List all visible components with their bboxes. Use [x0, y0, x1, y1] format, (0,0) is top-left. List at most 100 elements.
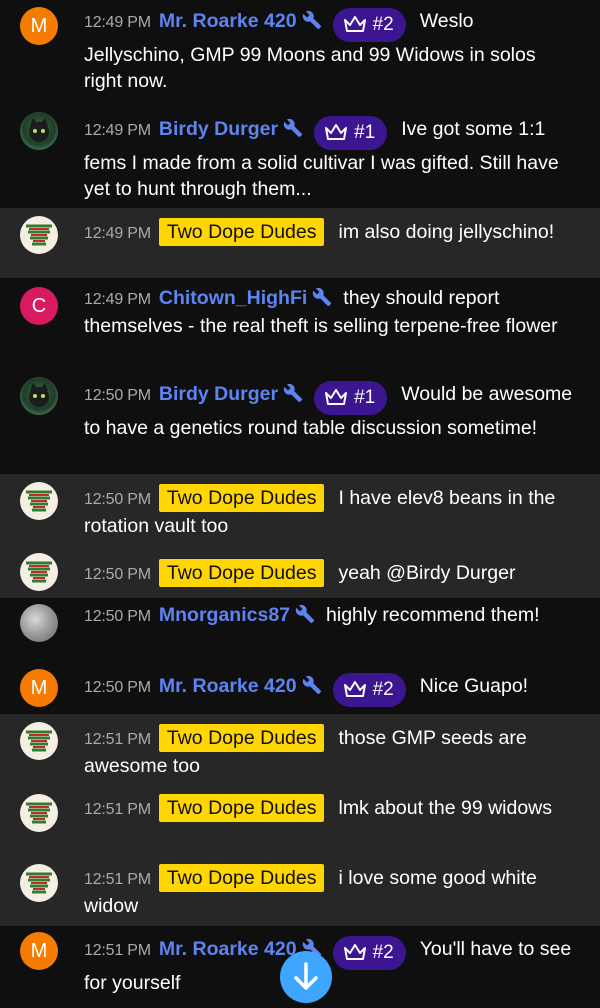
- message-body: 12:50 PM Mnorganics87 highly recommend the…: [84, 602, 576, 630]
- chat-message: 12:49 PM Birdy Durger #1 Ive got some 1:1 f…: [0, 104, 600, 208]
- author-name[interactable]: Birdy Durger: [159, 118, 278, 140]
- timestamp: 12:49 PM: [84, 14, 151, 31]
- message-text: im also doing jellyschino!: [338, 221, 555, 243]
- rank-label: #1: [354, 387, 376, 408]
- chat-message: M 12:49 PM Mr. Roarke 420 #2 Weslo Jellysch…: [0, 0, 600, 104]
- message-body: 12:51 PM Two Dope Dudes i love some good w…: [84, 864, 576, 919]
- channel-owner-badge[interactable]: Two Dope Dudes: [158, 559, 325, 587]
- avatar[interactable]: [20, 377, 58, 415]
- wrench-icon: [294, 604, 316, 624]
- member-rank-badge: #2: [332, 8, 406, 42]
- member-rank-badge: #2: [332, 936, 406, 970]
- member-rank-badge: #1: [314, 381, 388, 415]
- wrench-icon: [301, 675, 323, 695]
- timestamp: 12:50 PM: [84, 387, 151, 404]
- message-body: 12:50 PM Birdy Durger #1 Would be awesome t…: [84, 381, 576, 441]
- channel-owner-badge[interactable]: Two Dope Dudes: [158, 484, 325, 512]
- rank-label: #2: [372, 942, 394, 963]
- chat-message: M 12:50 PM Mr. Roarke 420 #2 Nice Guapo!: [0, 664, 600, 714]
- message-body: 12:49 PM Chitown_HighFi they should report…: [84, 285, 576, 339]
- message-text: lmk about the 99 widows: [338, 797, 553, 819]
- chat-message: 12:50 PM Two Dope Dudes yeah @Birdy Durger: [0, 546, 600, 598]
- timestamp: 12:49 PM: [84, 291, 151, 308]
- avatar[interactable]: C: [20, 287, 58, 325]
- crown-icon: [343, 944, 366, 960]
- arrow-down-icon: [294, 962, 318, 990]
- avatar[interactable]: M: [20, 669, 58, 707]
- chat-message: 12:51 PM Two Dope Dudes those GMP seeds ar…: [0, 714, 600, 786]
- cat-avatar-icon: [29, 118, 49, 142]
- avatar[interactable]: M: [20, 7, 58, 45]
- message-body: 12:49 PM Mr. Roarke 420 #2 Weslo Jellyschin…: [84, 8, 576, 94]
- channel-owner-badge[interactable]: Two Dope Dudes: [158, 724, 325, 752]
- message-body: 12:49 PM Two Dope Dudes im also doing jell…: [84, 218, 576, 247]
- member-rank-badge: #2: [332, 673, 406, 707]
- avatar[interactable]: [20, 794, 58, 832]
- dope-avatar-icon: [26, 224, 52, 246]
- author-name[interactable]: Mr. Roarke 420: [159, 10, 297, 32]
- timestamp: 12:50 PM: [84, 491, 151, 508]
- chat-message: 12:50 PM Mnorganics87 highly recommend the…: [0, 598, 600, 664]
- avatar[interactable]: [20, 553, 58, 591]
- dope-avatar-icon: [26, 490, 52, 512]
- dope-avatar-icon: [26, 561, 52, 583]
- chat-message: 12:49 PM Two Dope Dudes im also doing jell…: [0, 208, 600, 278]
- crown-icon: [343, 681, 366, 697]
- dope-avatar-icon: [26, 872, 52, 894]
- chat-message: 12:50 PM Two Dope Dudes I have elev8 beans…: [0, 474, 600, 546]
- timestamp: 12:51 PM: [84, 942, 151, 959]
- chat-message: C 12:49 PM Chitown_HighFi they should repo…: [0, 278, 600, 374]
- avatar[interactable]: [20, 216, 58, 254]
- timestamp: 12:50 PM: [84, 679, 151, 696]
- dope-avatar-icon: [26, 730, 52, 752]
- chat-message: 12:51 PM Two Dope Dudes i love some good w…: [0, 856, 600, 926]
- timestamp: 12:51 PM: [84, 871, 151, 888]
- timestamp: 12:50 PM: [84, 608, 151, 625]
- message-text: highly recommend them!: [326, 604, 540, 626]
- rank-label: #2: [372, 679, 394, 700]
- timestamp: 12:49 PM: [84, 122, 151, 139]
- wrench-icon: [282, 383, 304, 403]
- member-rank-badge: #1: [314, 116, 388, 150]
- dope-avatar-icon: [26, 802, 52, 824]
- rank-label: #2: [372, 14, 394, 35]
- channel-owner-badge[interactable]: Two Dope Dudes: [158, 218, 325, 246]
- channel-owner-badge[interactable]: Two Dope Dudes: [158, 794, 325, 822]
- avatar[interactable]: M: [20, 932, 58, 970]
- message-body: 12:51 PM Two Dope Dudes those GMP seeds ar…: [84, 724, 576, 779]
- avatar[interactable]: [20, 722, 58, 760]
- avatar[interactable]: [20, 604, 58, 642]
- message-body: 12:50 PM Two Dope Dudes yeah @Birdy Durger: [84, 559, 576, 588]
- avatar[interactable]: [20, 864, 58, 902]
- message-body: 12:49 PM Birdy Durger #1 Ive got some 1:1 f…: [84, 116, 576, 202]
- author-name[interactable]: Chitown_HighFi: [159, 287, 307, 309]
- author-name[interactable]: Birdy Durger: [159, 383, 278, 405]
- wrench-icon: [282, 118, 304, 138]
- message-body: 12:50 PM Mr. Roarke 420 #2 Nice Guapo!: [84, 673, 576, 707]
- message-body: 12:51 PM Two Dope Dudes lmk about the 99 w…: [84, 794, 576, 823]
- scroll-to-bottom-button[interactable]: [280, 951, 332, 1003]
- author-name[interactable]: Mr. Roarke 420: [159, 675, 297, 697]
- timestamp: 12:50 PM: [84, 566, 151, 583]
- author-name[interactable]: Mr. Roarke 420: [159, 938, 297, 960]
- timestamp: 12:51 PM: [84, 801, 151, 818]
- message-text: Nice Guapo!: [419, 675, 529, 697]
- cat-avatar-icon: [29, 383, 49, 407]
- wrench-icon: [301, 10, 323, 30]
- wrench-icon: [311, 287, 333, 307]
- chat-message: 12:50 PM Birdy Durger #1 Would be awesome t…: [0, 374, 600, 474]
- avatar[interactable]: [20, 482, 58, 520]
- chat-message: 12:51 PM Two Dope Dudes lmk about the 99 w…: [0, 786, 600, 856]
- timestamp: 12:51 PM: [84, 731, 151, 748]
- avatar[interactable]: [20, 112, 58, 150]
- message-text: yeah @Birdy Durger: [338, 562, 516, 584]
- crown-icon: [325, 389, 348, 405]
- crown-icon: [343, 16, 366, 32]
- live-chat-list[interactable]: M 12:49 PM Mr. Roarke 420 #2 Weslo Jellysch…: [0, 0, 600, 1008]
- channel-owner-badge[interactable]: Two Dope Dudes: [158, 864, 325, 892]
- rank-label: #1: [354, 122, 376, 143]
- author-name[interactable]: Mnorganics87: [159, 604, 290, 626]
- message-body: 12:50 PM Two Dope Dudes I have elev8 beans…: [84, 484, 576, 539]
- timestamp: 12:49 PM: [84, 225, 151, 242]
- crown-icon: [325, 124, 348, 140]
